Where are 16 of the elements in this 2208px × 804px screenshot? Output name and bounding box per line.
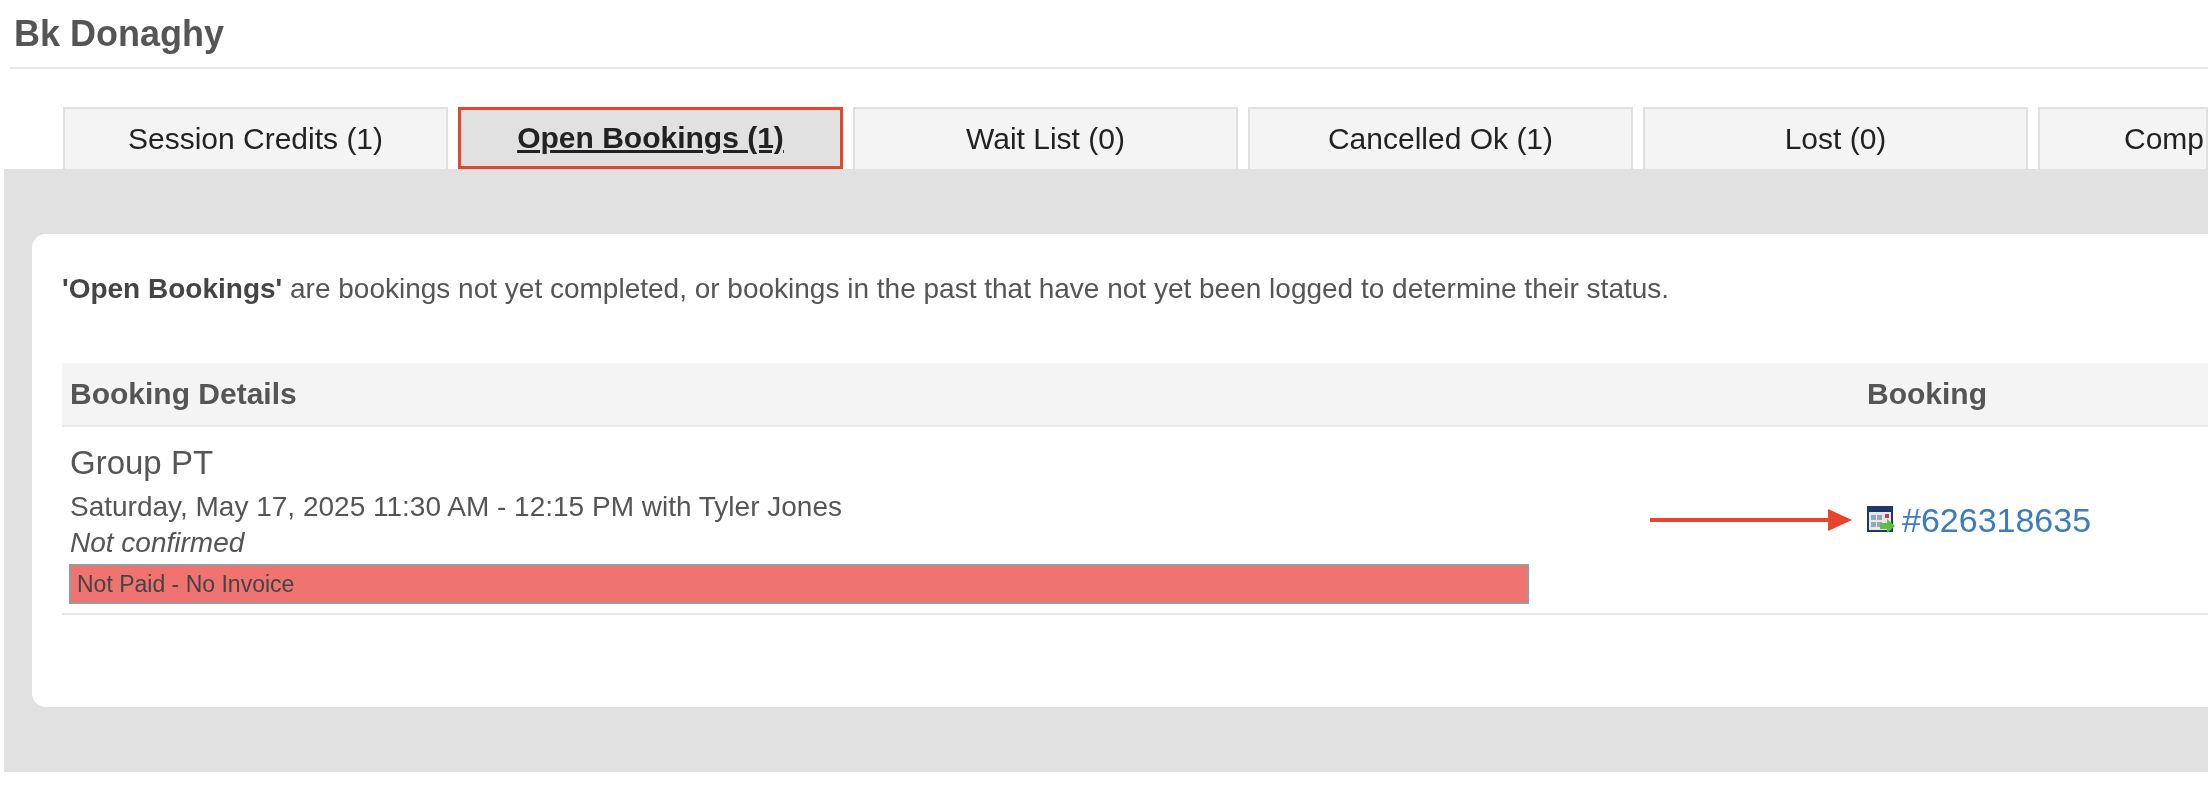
session-time: Saturday, May 17, 2025 11:30 AM - 12:15 PM with Tyler Jones — [70, 490, 842, 524]
tab[interactable]: Cancelled Ok (1) — [1248, 107, 1633, 169]
column-header: Booking — [1867, 377, 1987, 411]
tab[interactable]: Wait List (0) — [853, 107, 1238, 169]
payment-status-bar: Not Paid - No Invoice — [69, 564, 1529, 604]
description-text: 'Open Bookings' are bookings not yet completed, or bookings in the past that have not yet been logged to determine their status. — [62, 272, 1670, 306]
column-header: Booking Details — [70, 377, 297, 411]
booking-link[interactable]: #626318635 — [1902, 500, 2092, 540]
tab[interactable]: Session Credits (1) — [63, 107, 448, 169]
tab[interactable]: Lost (0) — [1643, 107, 2028, 169]
calendar-icon — [1867, 506, 1895, 534]
page-title: Bk Donaghy — [14, 12, 225, 55]
session-name: Group PT — [70, 443, 214, 483]
confirmation-status: Not confirmed — [70, 526, 245, 560]
tab[interactable]: Open Bookings (1) — [458, 107, 843, 169]
tab[interactable]: Comp — [2038, 107, 2208, 169]
